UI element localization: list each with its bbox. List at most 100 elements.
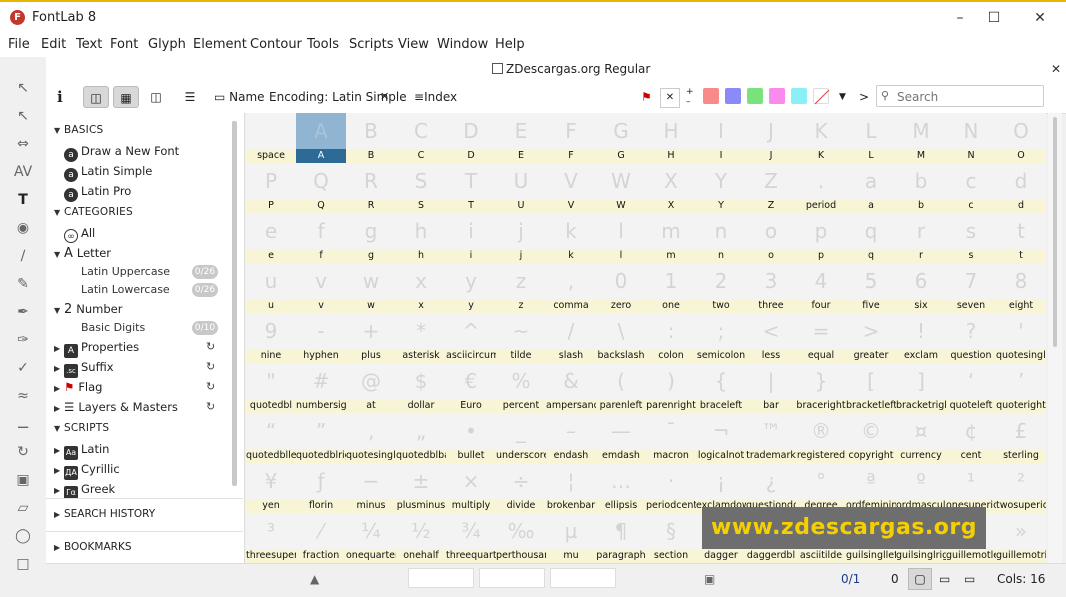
- close-window-icon[interactable]: ✕: [1026, 7, 1054, 29]
- glyph-cell-divide[interactable]: ÷ divide: [496, 463, 546, 513]
- cell-size-large-icon[interactable]: ▭: [964, 572, 975, 586]
- category-layers-masters[interactable]: ▶ ☰ Layers & Masters ↻: [54, 398, 234, 416]
- rapid-tool-icon[interactable]: ✑: [14, 331, 32, 349]
- glyph-cell-eight[interactable]: 8 eight: [996, 263, 1046, 313]
- glyph-cell-e[interactable]: ee: [246, 213, 296, 263]
- glyph-cell-braceleft[interactable]: {braceleft: [696, 363, 746, 413]
- categories-header[interactable]: ▼ CATEGORIES: [54, 203, 133, 221]
- glyph-cell-macron[interactable]: ¯ macron: [646, 413, 696, 463]
- glyph-cell-parenleft[interactable]: (parenleft: [596, 363, 646, 413]
- glyph-cell-comma[interactable]: , comma: [546, 263, 596, 313]
- glyph-cell-numbersign[interactable]: # numbersign: [296, 363, 346, 413]
- pencil-tool-icon[interactable]: ✎: [14, 275, 32, 293]
- menu-element[interactable]: Element: [193, 37, 247, 52]
- glyph-cell-ordmasculine[interactable]: ºordmasculine: [896, 463, 946, 513]
- glyph-cell-four[interactable]: 4 four: [796, 263, 846, 313]
- text-tool-icon[interactable]: T: [14, 191, 32, 209]
- maximize-icon[interactable]: ☐: [980, 7, 1008, 29]
- basics-latin-pro[interactable]: a Latin Pro: [64, 182, 131, 202]
- glyph-cell-p[interactable]: pp: [796, 213, 846, 263]
- glyph-cell-quotedblright[interactable]: ” quotedblright: [296, 413, 346, 463]
- brush-tool-icon[interactable]: ∕: [14, 247, 32, 265]
- glyph-cell-minus[interactable]: − minus: [346, 463, 396, 513]
- glyph-cell-exclam[interactable]: ! exclam: [896, 313, 946, 363]
- glyph-cell-emdash[interactable]: — emdash: [596, 413, 646, 463]
- contour-pointer-tool-icon[interactable]: ↖: [14, 107, 32, 125]
- glyph-cell-paragraph[interactable]: ¶ paragraph: [596, 513, 646, 563]
- glyph-cell-Y[interactable]: YY: [696, 163, 746, 213]
- glyph-cell-I[interactable]: II: [696, 113, 746, 163]
- properties-refresh-icon[interactable]: ↻: [206, 338, 215, 356]
- glyph-cell-bracketright[interactable]: ] bracketright: [896, 363, 946, 413]
- glyph-cell-r[interactable]: rr: [896, 213, 946, 263]
- blue-flag-swatch[interactable]: [725, 88, 741, 104]
- glyph-cell-bar[interactable]: | bar: [746, 363, 796, 413]
- glyph-cell-N[interactable]: NN: [946, 113, 996, 163]
- glyph-cell-b[interactable]: bb: [896, 163, 946, 213]
- paint-bucket-icon[interactable]: ▲: [310, 572, 319, 586]
- glyph-cell-degree[interactable]: ° degree: [796, 463, 846, 513]
- glyph-cell-twosuperior[interactable]: ² twosuperior: [996, 463, 1046, 513]
- red-flag-swatch[interactable]: [703, 88, 719, 104]
- glyph-cell-endash[interactable]: – endash: [546, 413, 596, 463]
- glyph-cell-h[interactable]: hh: [396, 213, 446, 263]
- glyph-cell-L[interactable]: LL: [846, 113, 896, 163]
- encoding-close-icon[interactable]: ✕: [380, 86, 389, 108]
- glyph-cell-ordfeminine[interactable]: ªordfeminine: [846, 463, 896, 513]
- glyph-cell-D[interactable]: DD: [446, 113, 496, 163]
- metrics-tool-icon[interactable]: ⇔: [14, 135, 32, 153]
- glyph-cell-v[interactable]: vv: [296, 263, 346, 313]
- no-color-swatch[interactable]: [813, 88, 830, 105]
- glyph-cell-g[interactable]: gg: [346, 213, 396, 263]
- category-latin-lowercase[interactable]: Latin Lowercase 0/26: [81, 281, 241, 299]
- name-toggle[interactable]: ▭ Name: [214, 86, 265, 108]
- glyph-cell-s[interactable]: ss: [946, 213, 996, 263]
- glyph-cell-less[interactable]: < less: [746, 313, 796, 363]
- glyph-cell-u[interactable]: uu: [246, 263, 296, 313]
- glyph-cell-P[interactable]: PP: [246, 163, 296, 213]
- glyph-cell-Z[interactable]: ZZ: [746, 163, 796, 213]
- glyph-cell-bracketleft[interactable]: [bracketleft: [846, 363, 896, 413]
- glyph-cell-percent[interactable]: % percent: [496, 363, 546, 413]
- glyph-cell-S[interactable]: SS: [396, 163, 446, 213]
- glyph-cell-at[interactable]: @ at: [346, 363, 396, 413]
- glyph-cell-mu[interactable]: µ mu: [546, 513, 596, 563]
- pointer-tool-icon[interactable]: ↖: [14, 79, 32, 97]
- glyph-cell-parenright[interactable]: ) parenright: [646, 363, 696, 413]
- category-suffix[interactable]: ▶ .sc Suffix ↻: [54, 358, 234, 378]
- cell-size-medium-icon[interactable]: ▭: [939, 572, 950, 586]
- glyph-cell-slash[interactable]: / slash: [546, 313, 596, 363]
- knife-tool-icon[interactable]: ≈: [14, 387, 32, 405]
- glyph-cell-W[interactable]: WW: [596, 163, 646, 213]
- glyph-cell-m[interactable]: mm: [646, 213, 696, 263]
- glyph-cell-w[interactable]: ww: [346, 263, 396, 313]
- menu-help[interactable]: Help: [495, 37, 525, 52]
- script-latin[interactable]: ▶ Aa Latin: [54, 440, 109, 460]
- glyph-cell-five[interactable]: 5 five: [846, 263, 896, 313]
- menu-file[interactable]: File: [8, 37, 30, 52]
- glyph-cell-ampersand[interactable]: & ampersand: [546, 363, 596, 413]
- sidebar-toggle-icon[interactable]: ◫: [83, 86, 109, 108]
- glyph-cell-x[interactable]: xx: [396, 263, 446, 313]
- glyph-cell-dollar[interactable]: $ dollar: [396, 363, 446, 413]
- glyph-cell-A[interactable]: AA: [296, 113, 346, 163]
- close-font-window-icon[interactable]: ✕: [1051, 62, 1061, 76]
- basics-header[interactable]: ▼ BASICS: [54, 121, 103, 139]
- glyph-cell-bullet[interactable]: • bullet: [446, 413, 496, 463]
- suffix-refresh-icon[interactable]: ↻: [206, 358, 215, 376]
- glyph-cell-quotedbl[interactable]: " quotedbl: [246, 363, 296, 413]
- glyph-cell-semicolon[interactable]: ; semicolon: [696, 313, 746, 363]
- glyph-cell-onehalf[interactable]: ½ onehalf: [396, 513, 446, 563]
- glyph-cell-G[interactable]: GG: [596, 113, 646, 163]
- glyph-cell-B[interactable]: BB: [346, 113, 396, 163]
- glyph-cell-braceright[interactable]: } braceright: [796, 363, 846, 413]
- grid-scrollbar[interactable]: [1048, 113, 1062, 563]
- glyph-cell-t[interactable]: tt: [996, 213, 1046, 263]
- glyph-cell-X[interactable]: XX: [646, 163, 696, 213]
- bookmarks-section[interactable]: ▶ BOOKMARKS: [46, 531, 243, 562]
- cell-size-small-icon[interactable]: ▢: [908, 568, 932, 590]
- glyph-cell-asciicircum[interactable]: ^ asciicircum: [446, 313, 496, 363]
- basics-draw-new-font[interactable]: a Draw a New Font: [64, 142, 179, 162]
- glyph-cell-quoteright[interactable]: ’ quoteright: [996, 363, 1046, 413]
- glyph-cell-registered[interactable]: ® registered: [796, 413, 846, 463]
